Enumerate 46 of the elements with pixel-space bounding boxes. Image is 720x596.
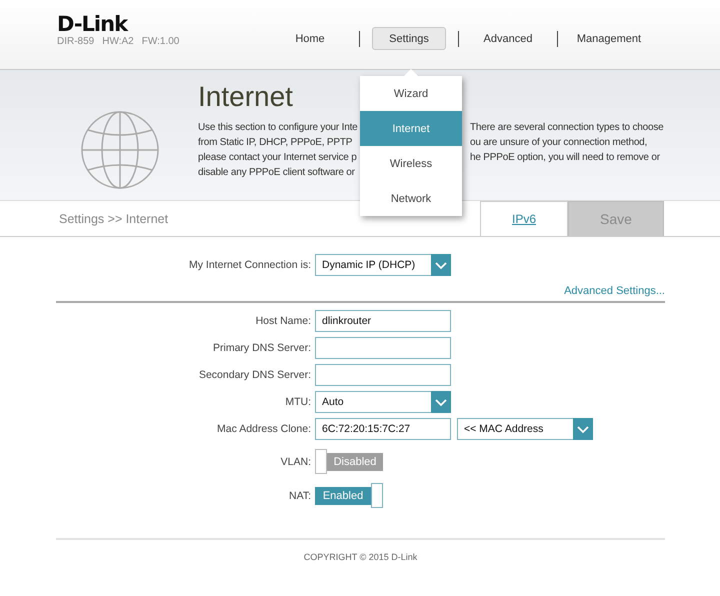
menu-item[interactable]: Network	[360, 181, 462, 216]
field-label: My Internet Connection is:	[188, 259, 312, 271]
advanced-settings-link[interactable]: Advanced Settings...	[564, 285, 665, 297]
device-info: FW:1.00	[142, 36, 180, 47]
device-info: DIR-859	[57, 36, 94, 47]
description-text: disable any PPPoE client software or	[198, 166, 355, 180]
globe-icon	[80, 110, 160, 190]
field-label: Host Name:	[254, 315, 312, 327]
brand-logo: D-Link	[57, 13, 129, 35]
menu-item[interactable]: Wireless	[360, 146, 462, 181]
field-label: NAT:	[288, 490, 312, 502]
chevron-down-icon	[573, 418, 593, 440]
copyright-text: COPYRIGHT © 2015 D-Link	[302, 552, 418, 562]
input-field[interactable]	[315, 337, 451, 359]
input-field[interactable]: 6C:72:20:15:7C:27	[315, 418, 451, 440]
field-label: VLAN:	[280, 456, 312, 468]
toggle-switch[interactable]	[371, 483, 383, 508]
dropdown[interactable]: Auto	[315, 391, 451, 413]
nav-tab[interactable]: Management	[570, 27, 648, 50]
ipv6-link[interactable]: IPv6	[480, 201, 568, 236]
nav-tab[interactable]: Settings	[372, 27, 446, 50]
nav-tab[interactable]: Home	[273, 27, 347, 50]
connection-dropdown[interactable]: Dynamic IP (DHCP)	[315, 254, 451, 276]
toggle-switch[interactable]	[315, 449, 327, 474]
description-text: ou are unsure of your connection method,	[469, 136, 648, 150]
toggle-state: Disabled	[327, 452, 383, 470]
breadcrumb: Settings >> Internet	[58, 210, 170, 228]
toggle-state: Enabled	[315, 486, 371, 504]
page-title: Internet	[198, 80, 293, 114]
dropdown[interactable]: << MAC Address	[457, 418, 593, 440]
input-field[interactable]	[315, 364, 451, 386]
chevron-down-icon	[431, 254, 451, 276]
field-label: Primary DNS Server:	[212, 342, 312, 354]
field-label: MTU:	[284, 396, 312, 408]
description-text: please contact your Internet service p	[198, 151, 357, 165]
input-field[interactable]: dlinkrouter	[315, 310, 451, 332]
field-label: Secondary DNS Server:	[198, 369, 312, 381]
description-text: Use this section to configure your Inte	[198, 121, 358, 135]
menu-item[interactable]: Wizard	[360, 76, 462, 111]
field-label: Mac Address Clone:	[216, 423, 312, 435]
device-info: HW:A2	[102, 36, 134, 47]
description-text: There are several connection types to choose	[469, 121, 664, 135]
nav-tab[interactable]: Advanced	[471, 27, 545, 50]
chevron-down-icon	[431, 391, 451, 413]
description-text: he PPPoE option, you will need to remove or	[469, 151, 660, 165]
description-text: from Static IP, DHCP, PPPoE, PPTP	[198, 136, 352, 150]
